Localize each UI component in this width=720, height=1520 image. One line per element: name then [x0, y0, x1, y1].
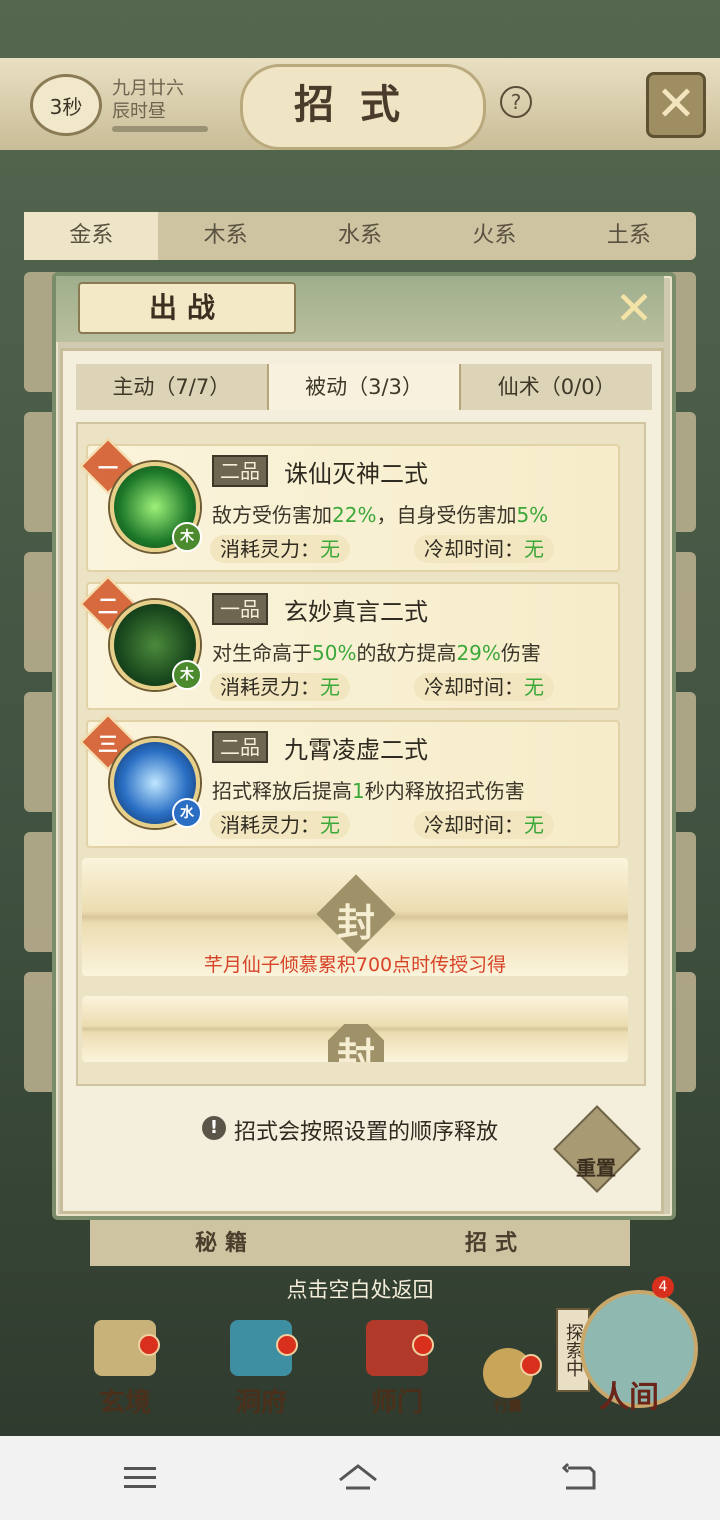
- nav-label: 行囊: [494, 1399, 522, 1415]
- tab-wood[interactable]: 木系: [158, 212, 292, 260]
- info-icon: !: [202, 1116, 226, 1140]
- world-label: 人间: [599, 1380, 659, 1415]
- skill-description: 敌方受伤害加22%，自身受伤害加5%: [212, 503, 549, 527]
- modal-title: 出战: [78, 282, 296, 334]
- close-icon[interactable]: ✕: [612, 285, 656, 331]
- element-tabs: 金系 木系 水系 火系 土系: [24, 212, 696, 260]
- tab-moves[interactable]: 招式: [360, 1220, 630, 1266]
- tab-metal[interactable]: 金系: [24, 212, 159, 260]
- badge-count: 4: [652, 1276, 674, 1298]
- wood-element-icon: 木: [172, 660, 202, 690]
- nav-label: 洞府: [234, 1388, 287, 1418]
- grade-badge: 二品: [212, 731, 268, 763]
- home-icon[interactable]: [338, 1458, 378, 1498]
- timer-badge: 3秒: [30, 74, 102, 136]
- seal-label: 封: [336, 1034, 375, 1062]
- notification-dot: [412, 1334, 434, 1356]
- tab-water[interactable]: 水系: [293, 212, 427, 260]
- nav-shimen[interactable]: 师门: [342, 1320, 452, 1420]
- tab-immortal-art[interactable]: 仙术（0/0）: [461, 364, 652, 410]
- cooldown: 冷却时间：无: [414, 535, 554, 563]
- back-icon[interactable]: [560, 1458, 600, 1498]
- skill-description: 招式释放后提高1秒内释放招式伤害: [212, 779, 525, 803]
- time-progress-bar: [112, 126, 208, 132]
- skill-description: 对生命高于50%的敌方提高29%伤害: [212, 641, 541, 665]
- cooldown: 冷却时间：无: [414, 673, 554, 701]
- nav-label: 师门: [370, 1388, 423, 1418]
- mana-cost: 消耗灵力：无: [210, 811, 350, 839]
- time-of-day: 辰时昼: [112, 101, 166, 122]
- grade-badge: 二品: [212, 455, 268, 487]
- cooldown: 冷却时间：无: [414, 811, 554, 839]
- menu-icon[interactable]: [120, 1458, 160, 1498]
- skill-name: 玄妙真言二式: [284, 598, 428, 626]
- tab-earth[interactable]: 土系: [562, 212, 696, 260]
- skill-type-tabs: 主动（7/7） 被动（3/3） 仙术（0/0）: [76, 364, 652, 410]
- tab-secret-manual[interactable]: 秘籍: [90, 1220, 360, 1266]
- water-element-icon: 水: [172, 798, 202, 828]
- help-icon[interactable]: ?: [500, 86, 532, 118]
- close-page-button[interactable]: ✕: [646, 72, 706, 138]
- skill-name: 诛仙灭神二式: [284, 460, 428, 488]
- mana-cost: 消耗灵力：无: [210, 535, 350, 563]
- order-hint: 招式会按照设置的顺序释放: [234, 1120, 499, 1145]
- nav-dongfu[interactable]: 洞府: [206, 1320, 316, 1420]
- tab-passive[interactable]: 被动（3/3）: [266, 364, 462, 410]
- nav-label: 玄境: [98, 1388, 151, 1418]
- skill-name: 九霄凌虚二式: [284, 736, 428, 764]
- unlock-hint: 芊月仙子倾慕累积700点时传授习得: [203, 954, 507, 976]
- wood-element-icon: 木: [172, 522, 202, 552]
- bottom-tabs: 秘籍 招式: [90, 1220, 630, 1266]
- page-title: 招式: [294, 81, 426, 128]
- reset-button[interactable]: 重置: [566, 1152, 626, 1181]
- seal-label: 封: [336, 900, 375, 945]
- tab-active[interactable]: 主动（7/7）: [76, 364, 267, 410]
- notification-dot: [138, 1334, 160, 1356]
- notification-dot: [520, 1354, 542, 1376]
- nav-xuanjing[interactable]: 玄境: [70, 1320, 180, 1420]
- grade-badge: 一品: [212, 593, 268, 625]
- mana-cost: 消耗灵力：无: [210, 673, 350, 701]
- tab-fire[interactable]: 火系: [427, 212, 561, 260]
- notification-dot: [276, 1334, 298, 1356]
